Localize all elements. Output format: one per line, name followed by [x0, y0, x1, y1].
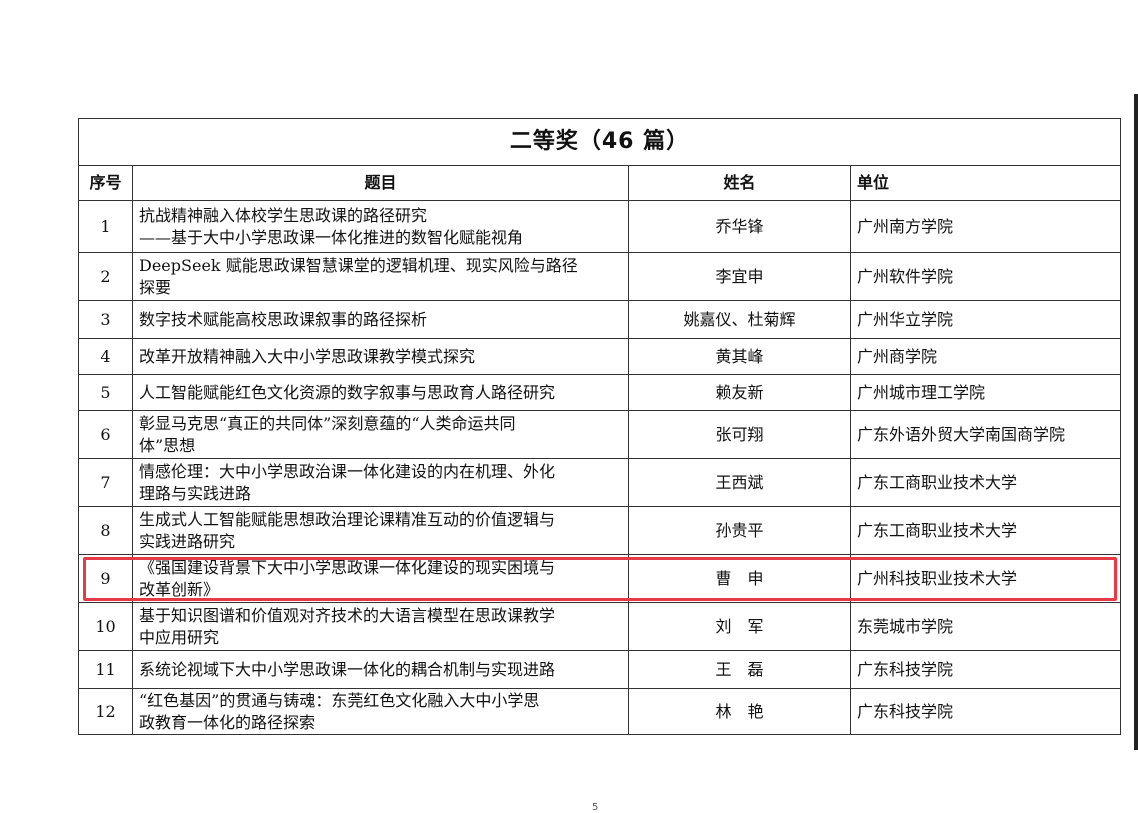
topic-line: “红色基因”的贯通与铸魂：东莞红色文化融入大中小学思: [139, 690, 540, 710]
table-row: 2 DeepSeek 赋能思政课智慧课堂的逻辑机理、现实风险与路径 探要 李宜申 广州软…: [78, 252, 1122, 301]
table-row: 4 改革开放精神融入大中小学思政课教学模式探究 黄其峰 广州商学院: [78, 338, 1122, 375]
row-index: 1: [78, 200, 133, 253]
header-topic: 题目: [132, 165, 629, 201]
row-unit: 广东外语外贸大学南国商学院: [849, 410, 1122, 459]
row-unit: 广东工商职业技术大学: [849, 458, 1122, 507]
row-name: 黄其峰: [628, 338, 851, 375]
topic-line: 改革开放精神融入大中小学思政课教学模式探究: [139, 346, 476, 366]
header-name: 姓名: [628, 165, 851, 201]
row-unit: 东莞城市学院: [849, 602, 1122, 651]
topic-line: 彰显马克思“真正的共同体”深刻意蕴的“人类命运共同: [139, 413, 516, 433]
row-unit: 广州科技职业技术大学: [849, 554, 1122, 603]
row-unit: 广州软件学院: [849, 252, 1122, 301]
row-index: 2: [78, 252, 133, 301]
row-index: 12: [78, 688, 133, 735]
row-topic: 情感伦理：大中小学思政治课一体化建设的内在机理、外化 理路与实践进路: [132, 458, 629, 507]
table-row: 12 “红色基因”的贯通与铸魂：东莞红色文化融入大中小学思 政教育一体化的路径探索林…: [78, 688, 1122, 735]
row-index: 10: [78, 602, 133, 651]
table-row: 10 基于知识图谱和价值观对齐技术的大语言模型在思政课教学 中应用研究刘 军东莞城市…: [78, 602, 1122, 651]
topic-line: 探要: [139, 277, 172, 297]
row-name: 王西斌: [628, 458, 851, 507]
table-row: 11 系统论视域下大中小学思政课一体化的耦合机制与实现进路 王 磊广东科技学院: [78, 650, 1122, 689]
row-index: 3: [78, 300, 133, 339]
row-name: 林 艳: [628, 688, 851, 735]
row-topic: 数字技术赋能高校思政课叙事的路径探析: [132, 300, 629, 339]
topic-line: 理路与实践进路: [139, 483, 252, 503]
row-unit: 广东科技学院: [849, 688, 1122, 735]
table-title: 二等奖（46 篇）: [77, 118, 1122, 166]
row-name: 赖友新: [628, 374, 851, 411]
award-table: 二等奖（46 篇） 序号 题目 姓名 单位 1 抗战精神融入体校学生思政课的路径研…: [77, 118, 1122, 735]
topic-line: 政教育一体化的路径探索: [139, 712, 316, 732]
topic-line: 情感伦理：大中小学思政治课一体化建设的内在机理、外化: [139, 461, 556, 481]
topic-line: ——基于大中小学思政课一体化推进的数智化赋能视角: [139, 227, 524, 247]
row-topic: “红色基因”的贯通与铸魂：东莞红色文化融入大中小学思 政教育一体化的路径探索: [132, 688, 629, 735]
row-unit: 广州南方学院: [849, 200, 1122, 253]
topic-line: 实践进路研究: [139, 531, 236, 551]
row-name: 乔华锋: [628, 200, 851, 253]
topic-line: DeepSeek 赋能思政课智慧课堂的逻辑机理、现实风险与路径: [139, 255, 578, 275]
table-row: 8 生成式人工智能赋能思想政治理论课精准互动的价值逻辑与 实践进路研究 孙贵平 广东工商…: [78, 506, 1122, 555]
row-index: 4: [78, 338, 133, 375]
row-unit: 广州城市理工学院: [849, 374, 1122, 411]
row-index: 6: [78, 410, 133, 459]
row-name: 姚嘉仪、杜菊辉: [628, 300, 851, 339]
row-name: 曹 申: [628, 554, 851, 603]
row-topic: 人工智能赋能红色文化资源的数字叙事与思政育人路径研究: [132, 374, 629, 411]
topic-line: 人工智能赋能红色文化资源的数字叙事与思政育人路径研究: [139, 382, 556, 402]
topic-line: 基于知识图谱和价值观对齐技术的大语言模型在思政课教学: [139, 605, 556, 625]
row-topic: 彰显马克思“真正的共同体”深刻意蕴的“人类命运共同 体”思想: [132, 410, 629, 459]
row-index: 8: [78, 506, 133, 555]
row-name: 孙贵平: [628, 506, 851, 555]
topic-line: 数字技术赋能高校思政课叙事的路径探析: [139, 309, 428, 329]
row-index: 11: [78, 650, 133, 689]
table-row: 5 人工智能赋能红色文化资源的数字叙事与思政育人路径研究 赖友新 广州城市理工学院: [78, 374, 1122, 411]
topic-line: 抗战精神融入体校学生思政课的路径研究: [139, 205, 428, 225]
topic-line: 改革创新》: [139, 579, 220, 599]
row-topic: DeepSeek 赋能思政课智慧课堂的逻辑机理、现实风险与路径 探要: [132, 252, 629, 301]
row-unit: 广东工商职业技术大学: [849, 506, 1122, 555]
topic-line: 体”思想: [139, 435, 196, 455]
topic-line: 中应用研究: [139, 627, 220, 647]
row-name: 李宜申: [628, 252, 851, 301]
table-row: 7 情感伦理：大中小学思政治课一体化建设的内在机理、外化 理路与实践进路 王西斌 广东工…: [78, 458, 1122, 507]
row-name: 张可翔: [628, 410, 851, 459]
table-row: 1 抗战精神融入体校学生思政课的路径研究 ——基于大中小学思政课一体化推进的数智化赋…: [78, 200, 1122, 253]
row-unit: 广州华立学院: [849, 300, 1122, 339]
row-topic: 生成式人工智能赋能思想政治理论课精准互动的价值逻辑与 实践进路研究: [132, 506, 629, 555]
page-number: 5: [592, 802, 599, 813]
header-unit: 单位: [849, 165, 1122, 201]
table-row: 9 《强国建设背景下大中小学思政课一体化建设的现实困境与 改革创新》曹 申广州科技职…: [78, 554, 1122, 603]
topic-line: 《强国建设背景下大中小学思政课一体化建设的现实困境与: [139, 557, 556, 577]
row-name: 刘 军: [628, 602, 851, 651]
row-topic: 《强国建设背景下大中小学思政课一体化建设的现实困境与 改革创新》: [132, 554, 629, 603]
row-index: 7: [78, 458, 133, 507]
row-name: 王 磊: [628, 650, 851, 689]
table-row: 6 彰显马克思“真正的共同体”深刻意蕴的“人类命运共同 体”思想 张可翔 广东外语外贸大…: [78, 410, 1122, 459]
topic-line: 系统论视域下大中小学思政课一体化的耦合机制与实现进路: [139, 659, 556, 679]
header-index: 序号: [78, 165, 133, 201]
table-row: 3 数字技术赋能高校思政课叙事的路径探析 姚嘉仪、杜菊辉 广州华立学院: [78, 300, 1122, 339]
row-unit: 广东科技学院: [849, 650, 1122, 689]
row-topic: 改革开放精神融入大中小学思政课教学模式探究: [132, 338, 629, 375]
topic-line: 生成式人工智能赋能思想政治理论课精准互动的价值逻辑与: [139, 509, 556, 529]
page-edge-divider: [1134, 94, 1138, 750]
row-unit: 广州商学院: [849, 338, 1122, 375]
row-index: 5: [78, 374, 133, 411]
row-index: 9: [78, 554, 133, 603]
row-topic: 系统论视域下大中小学思政课一体化的耦合机制与实现进路: [132, 650, 629, 689]
row-topic: 抗战精神融入体校学生思政课的路径研究 ——基于大中小学思政课一体化推进的数智化赋能…: [132, 200, 629, 253]
row-topic: 基于知识图谱和价值观对齐技术的大语言模型在思政课教学 中应用研究: [132, 602, 629, 651]
